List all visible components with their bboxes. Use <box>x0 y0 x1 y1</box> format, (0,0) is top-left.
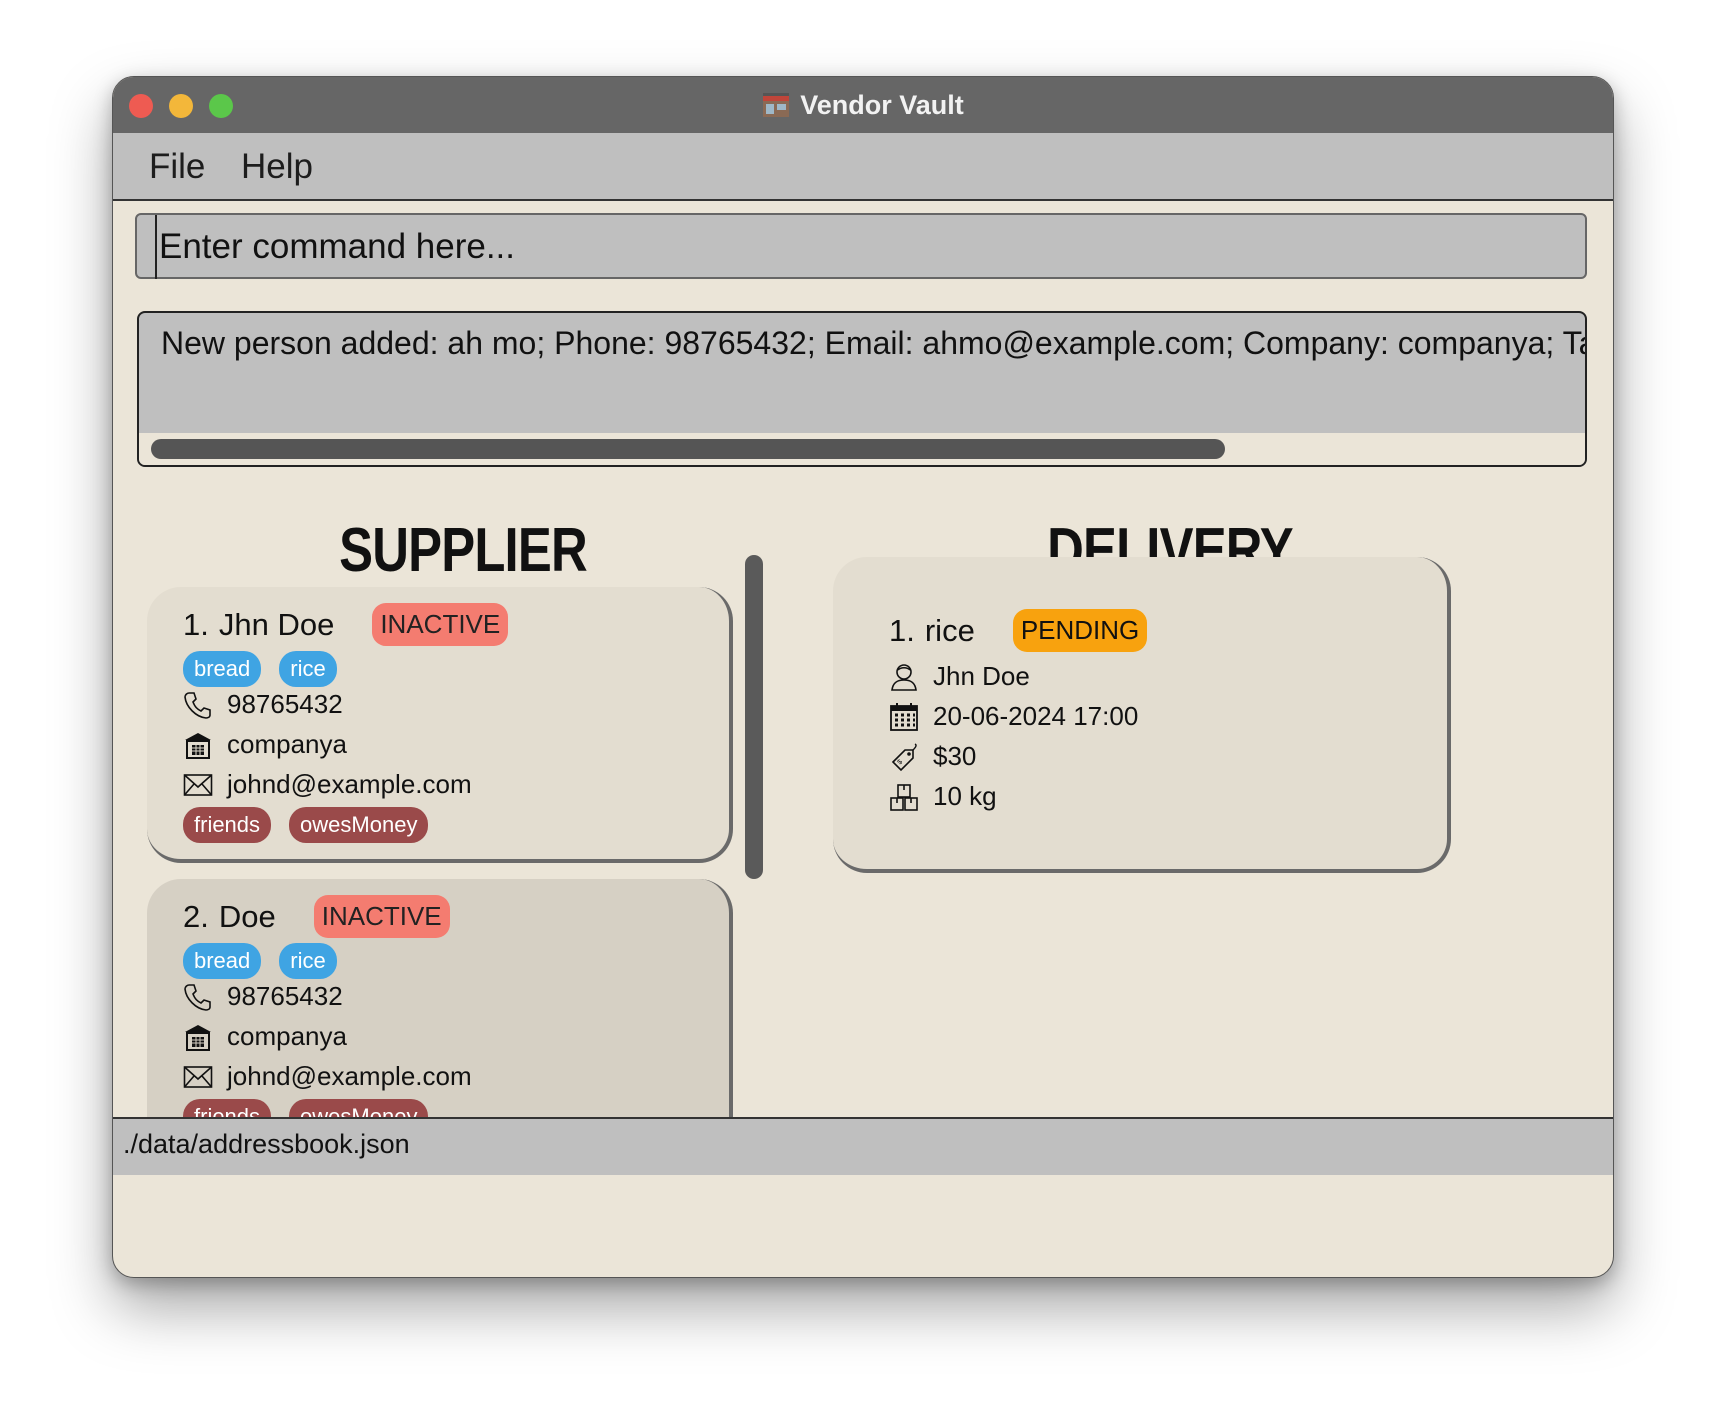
price-tag-icon: $ <box>889 742 919 772</box>
supplier-index: 2. <box>183 898 209 934</box>
supplier-email: johnd@example.com <box>227 769 472 799</box>
result-message: New person added: ah mo; Phone: 98765432… <box>161 325 1585 361</box>
person-icon <box>889 662 919 692</box>
command-box <box>135 213 1587 279</box>
delivery-card[interactable]: 1. rice PENDING Jhn Doe 20-06-2024 17:00… <box>833 557 1451 873</box>
svg-text:$: $ <box>896 758 904 766</box>
supplier-name: Doe <box>218 898 276 934</box>
menu-bar: File Help <box>113 133 1613 201</box>
supplier-email: johnd@example.com <box>227 1061 472 1091</box>
menu-file[interactable]: File <box>149 147 205 187</box>
supplier-card[interactable]: 2. Doe INACTIVE bread rice 98765432 comp… <box>147 879 733 1117</box>
product-chip: bread <box>183 943 262 979</box>
title-bar: Vendor Vault <box>113 77 1613 134</box>
supplier-phone: 98765432 <box>227 981 343 1011</box>
email-icon <box>183 1062 213 1092</box>
result-scrollbar-thumb[interactable] <box>151 439 1225 459</box>
tag-chip: owesMoney <box>289 807 429 843</box>
app-logo-icon <box>762 91 790 119</box>
app-window: Vendor Vault File Help New person added:… <box>112 76 1614 1278</box>
supplier-list-scrollbar[interactable] <box>745 555 763 879</box>
supplier-phone: 98765432 <box>227 689 343 719</box>
company-building-icon <box>183 730 213 760</box>
supplier-card[interactable]: 1. Jhn Doe INACTIVE bread rice 98765432 … <box>147 587 733 863</box>
email-icon <box>183 770 213 800</box>
tag-chip: friends <box>183 807 272 843</box>
command-input[interactable] <box>155 215 1561 279</box>
product-chip: bread <box>183 651 262 687</box>
delivery-cost: $30 <box>933 741 977 771</box>
supplier-list[interactable]: 1. Jhn Doe INACTIVE bread rice 98765432 … <box>147 577 747 1117</box>
result-display: New person added: ah mo; Phone: 98765432… <box>137 311 1587 467</box>
data-file-path: ./data/addressbook.json <box>123 1129 410 1159</box>
menu-help[interactable]: Help <box>241 147 313 187</box>
delivery-product: rice <box>924 612 975 648</box>
window-title: Vendor Vault <box>800 89 964 120</box>
tag-chip: friends <box>183 1099 272 1117</box>
delivery-index: 1. <box>889 612 915 648</box>
product-chip: rice <box>279 943 337 979</box>
supplier-company: companya <box>227 1021 347 1051</box>
result-scrollbar-track[interactable] <box>139 433 1585 465</box>
delivery-quantity: 10 kg <box>933 781 997 811</box>
supplier-company: companya <box>227 729 347 759</box>
status-badge: INACTIVE <box>372 603 509 646</box>
delivery-supplier: Jhn Doe <box>933 661 1030 691</box>
company-building-icon <box>183 1022 213 1052</box>
status-badge: INACTIVE <box>313 895 450 938</box>
delivery-status-badge: PENDING <box>1012 609 1148 652</box>
phone-icon <box>183 982 213 1012</box>
boxes-icon <box>889 782 919 812</box>
product-chip: rice <box>279 651 337 687</box>
status-bar: ./data/addressbook.json <box>113 1117 1613 1175</box>
supplier-name: Jhn Doe <box>218 606 335 642</box>
delivery-datetime: 20-06-2024 17:00 <box>933 701 1139 731</box>
supplier-index: 1. <box>183 606 209 642</box>
phone-icon <box>183 690 213 720</box>
calendar-icon <box>889 702 919 732</box>
tag-chip: owesMoney <box>289 1099 429 1117</box>
